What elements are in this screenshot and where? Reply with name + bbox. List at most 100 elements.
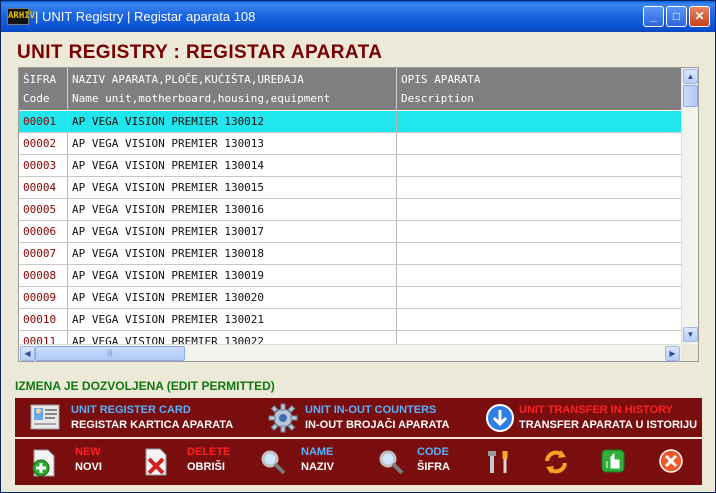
cell-description[interactable]: [397, 177, 681, 198]
cell-name[interactable]: AP VEGA VISION PREMIER 130014: [68, 155, 397, 176]
transfer-label-sr: TRANSFER APARATA U ISTORIJU: [519, 419, 698, 431]
cell-name[interactable]: AP VEGA VISION PREMIER 130019: [68, 265, 397, 286]
code-label-sr: ŠIFRA: [417, 461, 450, 473]
scroll-left-button[interactable]: ◀: [20, 346, 35, 361]
table-row[interactable]: 00008 AP VEGA VISION PREMIER 130019: [19, 265, 681, 287]
cell-code[interactable]: 00009: [19, 287, 68, 308]
cell-code[interactable]: 00010: [19, 309, 68, 330]
column-header-code-line2: Code: [23, 92, 50, 105]
cell-code[interactable]: 00001: [19, 111, 68, 132]
page-title: UNIT REGISTRY : REGISTAR APARATA: [17, 42, 383, 63]
cell-code[interactable]: 00007: [19, 243, 68, 264]
cell-code[interactable]: 00002: [19, 133, 68, 154]
table-row[interactable]: 00010 AP VEGA VISION PREMIER 130021: [19, 309, 681, 331]
cell-description[interactable]: [397, 309, 681, 330]
cell-name[interactable]: AP VEGA VISION PREMIER 130013: [68, 133, 397, 154]
table-row[interactable]: 00003 AP VEGA VISION PREMIER 130014: [19, 155, 681, 177]
table-row[interactable]: 00005 AP VEGA VISION PREMIER 130016: [19, 199, 681, 221]
table-row[interactable]: 00007 AP VEGA VISION PREMIER 130018: [19, 243, 681, 265]
cell-description[interactable]: [397, 221, 681, 242]
table-row[interactable]: 00006 AP VEGA VISION PREMIER 130017: [19, 221, 681, 243]
cell-code[interactable]: 00005: [19, 199, 68, 220]
cell-code[interactable]: 00008: [19, 265, 68, 286]
cell-code[interactable]: 00006: [19, 221, 68, 242]
column-header-description[interactable]: OPIS APARATA Description: [397, 68, 681, 110]
unit-registry-grid[interactable]: ŠIFRA Code NAZIV APARATA,PLOČE,KUĆIŠTA,U…: [18, 67, 699, 362]
counters-label-en: UNIT IN-OUT COUNTERS: [305, 404, 437, 416]
new-button[interactable]: NEW NOVI: [27, 439, 107, 485]
horizontal-scrollbar[interactable]: ◀ ||| ▶: [19, 344, 681, 361]
new-label-sr: NOVI: [75, 461, 102, 473]
delete-document-icon: [145, 448, 167, 476]
cell-name[interactable]: AP VEGA VISION PREMIER 130015: [68, 177, 397, 198]
grid-rows: 00001 AP VEGA VISION PREMIER 130012 00002 A…: [19, 111, 681, 353]
column-header-code-line1: ŠIFRA: [23, 73, 57, 86]
cell-name[interactable]: AP VEGA VISION PREMIER 130021: [68, 309, 397, 330]
cell-code[interactable]: 00004: [19, 177, 68, 198]
column-header-code[interactable]: ŠIFRA Code: [19, 68, 68, 110]
horizontal-scroll-thumb[interactable]: |||: [35, 346, 185, 361]
maximize-button[interactable]: □: [666, 6, 687, 27]
title-bar[interactable]: ARHIV | UNIT Registry | Registar aparata…: [1, 1, 715, 32]
table-row[interactable]: 00002 AP VEGA VISION PREMIER 130013: [19, 133, 681, 155]
name-label-en: NAME: [301, 446, 334, 458]
cell-description[interactable]: [397, 199, 681, 220]
column-header-name-line2: Name unit,motherboard,housing,equipment: [72, 92, 331, 105]
close-icon: [659, 449, 683, 473]
search-icon: [261, 450, 286, 475]
scroll-right-button[interactable]: ▶: [665, 346, 680, 361]
register-card-icon: [30, 404, 60, 430]
scroll-up-button[interactable]: ▲: [683, 69, 698, 84]
column-header-description-line1: OPIS APARATA: [401, 73, 481, 86]
cell-name[interactable]: AP VEGA VISION PREMIER 130020: [68, 287, 397, 308]
exit-button[interactable]: [655, 439, 689, 485]
tools-button[interactable]: [483, 439, 517, 485]
record-toolbar: NEW NOVI DELETE OBRIŠI NAME NAZIV CODE Š…: [15, 439, 702, 485]
column-header-name[interactable]: NAZIV APARATA,PLOČE,KUĆIŠTA,UREĐAJA Name…: [68, 68, 397, 110]
delete-label-sr: OBRIŠI: [187, 461, 225, 473]
scroll-down-button[interactable]: ▼: [683, 327, 698, 342]
cell-description[interactable]: [397, 287, 681, 308]
confirm-button[interactable]: [597, 439, 631, 485]
minimize-button[interactable]: _: [643, 6, 664, 27]
cell-description[interactable]: [397, 243, 681, 264]
window-title: | UNIT Registry | Registar aparata 108: [35, 9, 256, 24]
refresh-button[interactable]: [539, 439, 573, 485]
vertical-scroll-thumb[interactable]: [683, 85, 698, 107]
cell-name[interactable]: AP VEGA VISION PREMIER 130018: [68, 243, 397, 264]
arrow-down-circle-icon: [486, 404, 514, 432]
edit-status-text: IZMENA JE DOZVOLJENA (EDIT PERMITTED): [15, 379, 275, 393]
search-icon: [379, 450, 404, 475]
unit-transfer-history-button[interactable]: UNIT TRANSFER IN HISTORY TRANSFER APARAT…: [483, 398, 701, 437]
gear-icon: [268, 403, 298, 433]
delete-label-en: DELETE: [187, 446, 231, 458]
cell-name[interactable]: AP VEGA VISION PREMIER 130016: [68, 199, 397, 220]
column-header-name-line1: NAZIV APARATA,PLOČE,KUĆIŠTA,UREĐAJA: [72, 73, 304, 86]
grid-header: ŠIFRA Code NAZIV APARATA,PLOČE,KUĆIŠTA,U…: [19, 68, 681, 110]
counters-label-sr: IN-OUT BROJAČI APARATA: [305, 419, 450, 431]
search-by-name-button[interactable]: NAME NAZIV: [257, 439, 347, 485]
cell-description[interactable]: [397, 265, 681, 286]
column-header-description-line2: Description: [401, 92, 474, 105]
tools-icon: [488, 451, 508, 473]
scroll-grip: |||: [107, 350, 113, 357]
search-by-code-button[interactable]: CODE ŠIFRA: [375, 439, 465, 485]
table-row[interactable]: 00004 AP VEGA VISION PREMIER 130015: [19, 177, 681, 199]
ok-icon: [601, 449, 625, 473]
scrollbar-corner: [681, 344, 698, 361]
cell-code[interactable]: 00003: [19, 155, 68, 176]
cell-description[interactable]: [397, 111, 681, 132]
close-window-button[interactable]: ✕: [689, 6, 710, 27]
app-window: ARHIV | UNIT Registry | Registar aparata…: [0, 0, 716, 493]
cell-description[interactable]: [397, 133, 681, 154]
table-row[interactable]: 00001 AP VEGA VISION PREMIER 130012: [19, 111, 681, 133]
cell-name[interactable]: AP VEGA VISION PREMIER 130012: [68, 111, 397, 132]
cell-description[interactable]: [397, 155, 681, 176]
unit-in-out-counters-button[interactable]: UNIT IN-OUT COUNTERS IN-OUT BROJAČI APAR…: [261, 398, 481, 437]
cell-name[interactable]: AP VEGA VISION PREMIER 130017: [68, 221, 397, 242]
code-label-en: CODE: [417, 446, 449, 458]
vertical-scrollbar[interactable]: ▲ ▼: [681, 68, 698, 344]
delete-button[interactable]: DELETE OBRIŠI: [139, 439, 231, 485]
table-row[interactable]: 00009 AP VEGA VISION PREMIER 130020: [19, 287, 681, 309]
unit-register-card-button[interactable]: UNIT REGISTER CARD REGISTAR KARTICA APAR…: [25, 398, 255, 437]
